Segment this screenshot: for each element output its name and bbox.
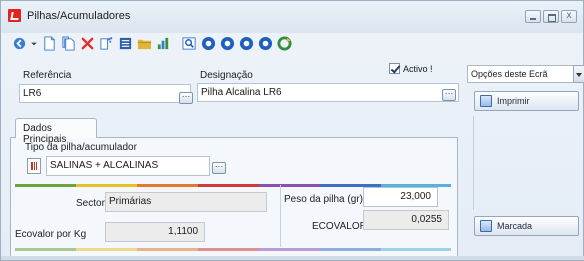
options-combo[interactable]: Opções deste Ecrã [467,65,577,83]
activo-check-icon[interactable] [389,63,400,74]
toolbar [11,34,292,52]
sector-field: Primárias [105,192,267,212]
battery-type-icon[interactable] [27,158,41,174]
folder-icon[interactable] [136,35,152,51]
marcada-label: Marcada [497,221,533,231]
first-record-icon[interactable] [200,35,216,51]
list-icon[interactable] [117,35,133,51]
ecovalor-field: 0,0255 [363,210,449,230]
previous-record-icon[interactable] [219,35,235,51]
bottom-edge [1,256,584,260]
refresh-icon[interactable] [276,35,292,51]
color-divider-bottom [15,248,451,251]
back-icon[interactable] [11,35,27,51]
chart-icon[interactable] [155,35,171,51]
options-dropdown-button[interactable] [573,65,584,83]
printer-icon [480,95,492,107]
tipo-field[interactable]: SALINAS + ALCALINAS [46,156,210,176]
tipo-label: Tipo da pilha/acumulador [25,142,137,153]
tipo-lookup-button[interactable] [212,159,226,174]
window-title: Pilhas/Acumuladores [27,10,131,22]
next-record-icon[interactable] [238,35,254,51]
side-panel [473,116,580,210]
peso-label: Peso da pilha (gr) [284,194,363,205]
referencia-label: Referência [23,70,72,81]
activo-checkbox[interactable]: Activo ! [389,63,433,74]
dropdown-icon[interactable] [30,35,38,51]
referencia-field[interactable]: LR6 [19,84,191,103]
maximize-button[interactable] [543,10,559,23]
minimize-button[interactable] [525,10,541,23]
copy-document-icon[interactable] [60,35,76,51]
tab-dados-principais[interactable]: Dados Principais [15,118,97,145]
imprimir-button[interactable]: Imprimir [474,91,579,111]
ecovalor-kg-label: Ecovalor por Kg [15,229,87,240]
imprimir-label: Imprimir [497,96,530,106]
designacao-field[interactable]: Pilha Alcalina LR6 [197,83,459,102]
new-document-icon[interactable] [41,35,57,51]
search-icon[interactable] [181,35,197,51]
edit-icon[interactable] [98,35,114,51]
app-logo-icon [8,9,21,22]
last-record-icon[interactable] [257,35,273,51]
referencia-lookup-button[interactable] [179,89,193,104]
peso-field[interactable]: 23,000 [363,187,438,207]
vertical-divider [280,185,281,247]
title-bar: Pilhas/Acumuladores [1,1,583,33]
activo-label: Activo ! [403,63,433,74]
marcada-icon [480,220,492,232]
ecovalor-kg-field: 1,1100 [105,222,205,242]
sector-label: Sector [76,198,105,209]
designacao-lookup-button[interactable] [442,86,456,101]
window-controls [525,10,577,23]
designacao-label: Designação [200,70,253,81]
close-button[interactable] [561,10,577,23]
ecovalor-label: ECOVALOR [312,221,367,232]
app-window: Pilhas/Acumuladores x Referência LR6 … D… [0,0,584,261]
marcada-button[interactable]: Marcada [474,216,579,236]
delete-icon[interactable] [79,35,95,51]
